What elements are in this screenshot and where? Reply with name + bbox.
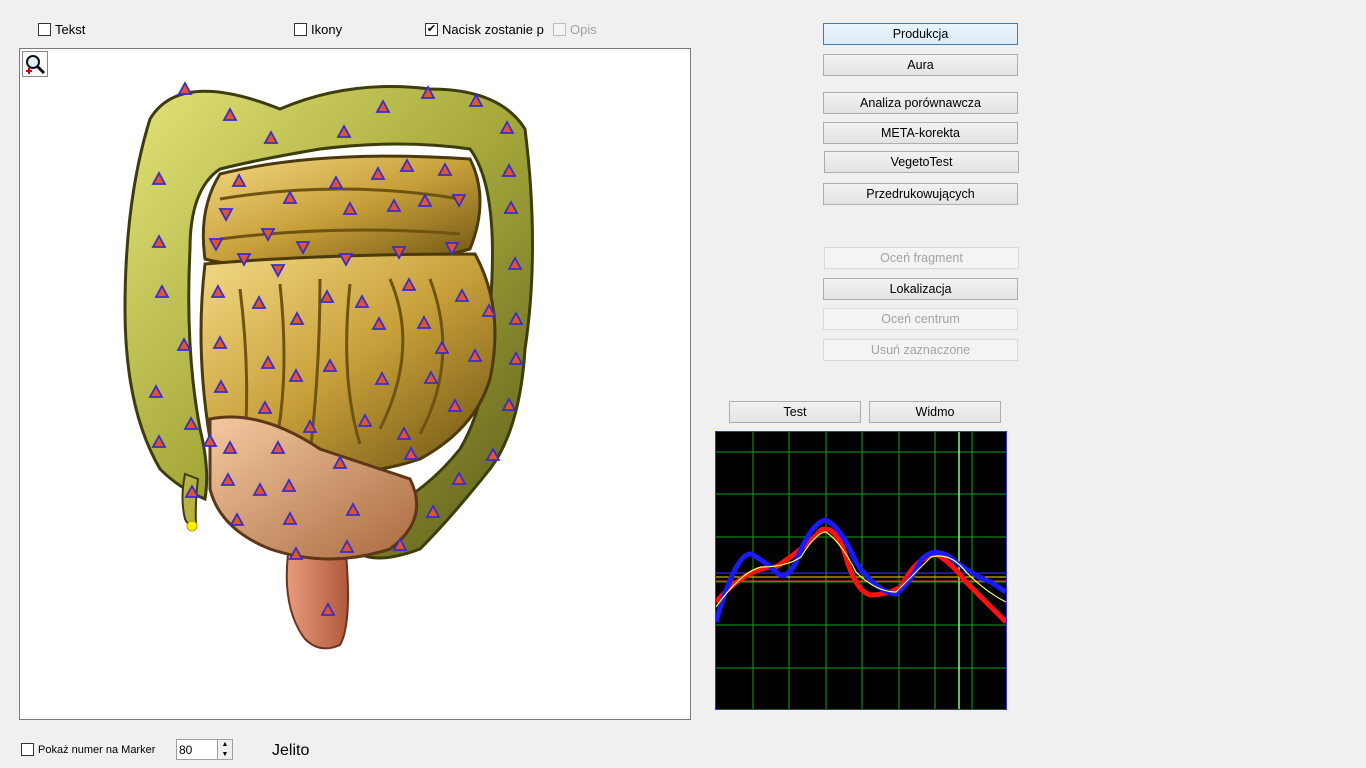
vegetotest-button[interactable]: VegetoTest [824, 151, 1019, 173]
widmo-button[interactable]: Widmo [869, 401, 1001, 423]
nacisk-checkbox-box[interactable]: ✔ [425, 23, 438, 36]
opis-label: Opis [570, 22, 597, 37]
zoom-button[interactable] [22, 51, 48, 77]
analiza-porownawcza-button[interactable]: Analiza porównawcza [823, 92, 1018, 114]
marker-number-spinner[interactable]: ▲ ▼ [176, 739, 233, 760]
ikony-checkbox-box[interactable] [294, 23, 307, 36]
przedrukowujacych-button[interactable]: Przedrukowujących [823, 183, 1018, 205]
nacisk-checkbox[interactable]: ✔ Nacisk zostanie p [425, 22, 544, 37]
marker-number-input[interactable] [179, 741, 217, 758]
checkmark-icon: ✔ [426, 23, 437, 35]
ikony-checkbox[interactable]: Ikony [294, 22, 342, 37]
pokaz-numer-checkbox-box[interactable] [21, 743, 34, 756]
ocen-centrum-button[interactable]: Oceń centrum [823, 308, 1018, 330]
small-intestine-upper [201, 154, 482, 268]
meta-korekta-button[interactable]: META-korekta [823, 122, 1018, 144]
organ-viewer[interactable] [19, 48, 691, 720]
produkcja-button[interactable]: Produkcja [823, 23, 1018, 45]
yellow-marker[interactable] [186, 520, 198, 532]
pokaz-numer-label: Pokaż numer na Marker [38, 743, 156, 756]
organ-name: Jelito [272, 742, 310, 759]
spectrum-graph [713, 431, 1008, 710]
tekst-label: Tekst [55, 22, 86, 37]
intestine-illustration[interactable] [20, 49, 690, 719]
ikony-label: Ikony [311, 22, 343, 37]
appendix-shape [181, 472, 200, 527]
tekst-checkbox[interactable]: Tekst [38, 22, 85, 37]
magnifier-plus-icon [26, 55, 46, 75]
pokaz-numer-checkbox[interactable]: Pokaż numer na Marker [21, 743, 155, 756]
nacisk-label: Nacisk zostanie p [442, 22, 544, 37]
aura-button[interactable]: Aura [823, 54, 1018, 76]
red-curve [714, 526, 1008, 624]
lokalizacja-button[interactable]: Lokalizacja [823, 278, 1018, 300]
arrow-up-icon[interactable]: ▲ [217, 740, 232, 749]
test-button[interactable]: Test [729, 401, 861, 423]
marker-triangle-up[interactable] [177, 81, 193, 95]
ocen-fragment-button[interactable]: Oceń fragment [824, 247, 1019, 269]
spectrum-plot [713, 432, 1008, 709]
opis-checkbox[interactable]: Opis [553, 22, 597, 37]
tekst-checkbox-box[interactable] [38, 23, 51, 36]
rectum-shape [285, 553, 349, 650]
opis-checkbox-box[interactable] [553, 23, 566, 36]
arrow-down-icon[interactable]: ▼ [217, 749, 232, 759]
usun-zaznaczone-button[interactable]: Usuń zaznaczone [823, 339, 1018, 361]
